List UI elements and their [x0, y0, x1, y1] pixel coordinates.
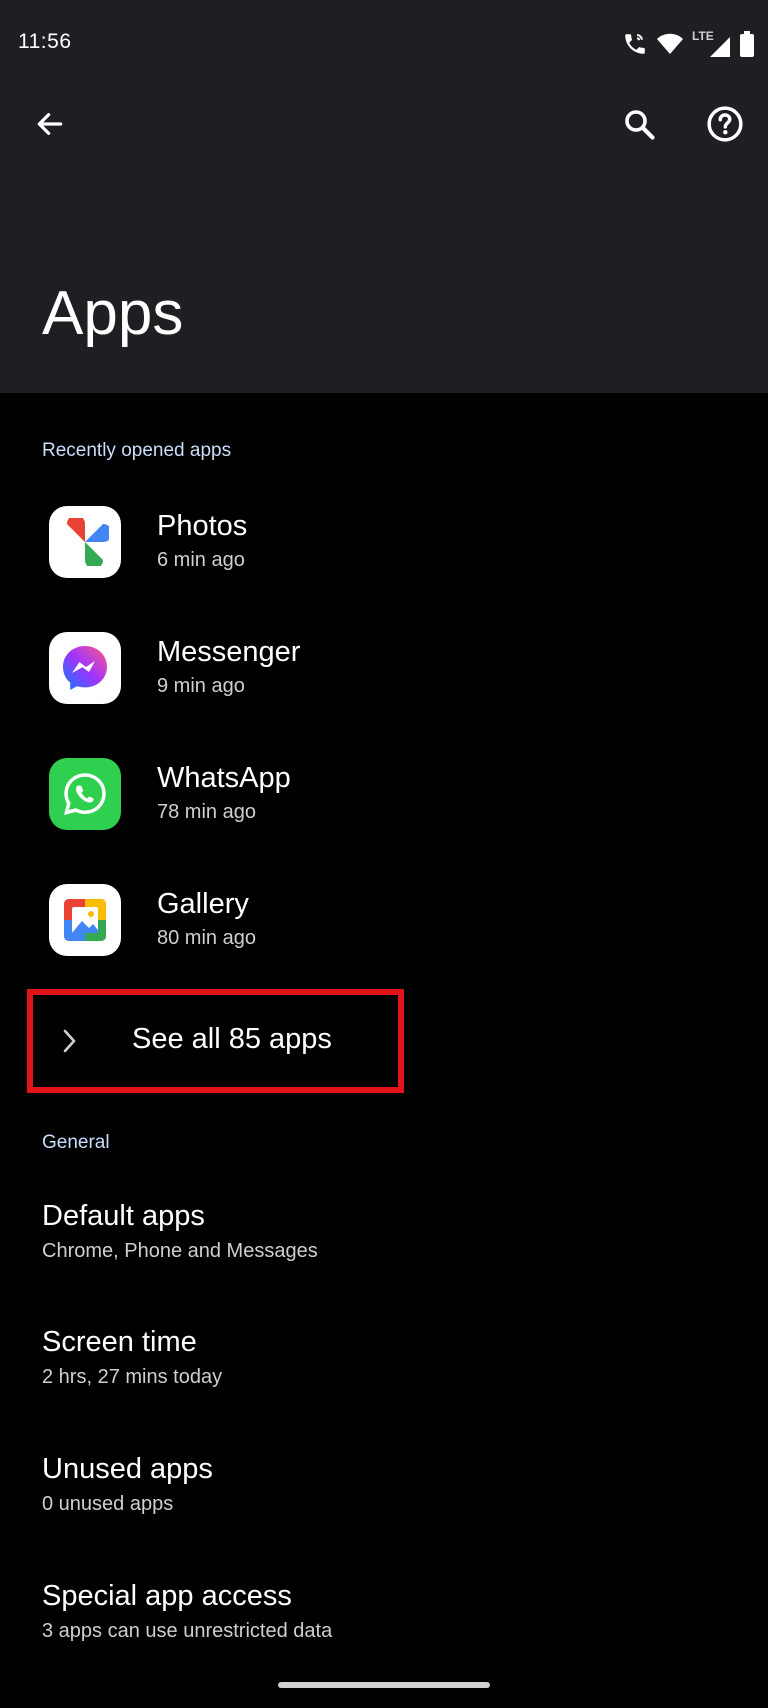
search-icon [621, 106, 657, 147]
gallery-icon [49, 884, 121, 956]
pref-screen-time[interactable]: Screen time 2 hrs, 27 mins today [0, 1308, 768, 1426]
pref-title: Unused apps [42, 1453, 213, 1485]
app-name: Photos [157, 510, 248, 542]
page-title: Apps [42, 279, 184, 348]
pref-special-app-access[interactable]: Special app access 3 apps can use unrest… [0, 1562, 768, 1680]
status-time: 11:56 [18, 30, 72, 53]
wifi-icon [656, 32, 684, 56]
pref-title: Special app access [42, 1580, 292, 1612]
app-last-opened: 9 min ago [157, 675, 245, 697]
pref-title: Screen time [42, 1326, 197, 1358]
battery-icon [740, 31, 754, 57]
app-last-opened: 6 min ago [157, 549, 245, 571]
status-icons: LTE [622, 28, 754, 60]
wifi-calling-icon [622, 31, 648, 57]
back-button[interactable] [22, 98, 78, 154]
pref-summary: 3 apps can use unrestricted data [42, 1620, 333, 1642]
cell-signal-icon: LTE [692, 29, 732, 59]
app-row-gallery[interactable]: Gallery 80 min ago [0, 862, 768, 980]
app-last-opened: 78 min ago [157, 801, 256, 823]
help-button[interactable] [697, 98, 753, 154]
help-circle-icon [706, 105, 744, 148]
arrow-left-icon [34, 108, 66, 145]
app-row-photos[interactable]: Photos 6 min ago [0, 484, 768, 602]
app-row-messenger[interactable]: Messenger 9 min ago [0, 610, 768, 728]
pref-default-apps[interactable]: Default apps Chrome, Phone and Messages [0, 1182, 768, 1300]
app-bar-area: 11:56 LTE Apps [0, 0, 768, 393]
pref-summary: 2 hrs, 27 mins today [42, 1366, 223, 1388]
whatsapp-icon [49, 758, 121, 830]
see-all-apps-label: See all 85 apps [132, 1023, 332, 1055]
gesture-nav-handle[interactable] [278, 1682, 490, 1688]
app-row-whatsapp[interactable]: WhatsApp 78 min ago [0, 736, 768, 854]
pref-unused-apps[interactable]: Unused apps 0 unused apps [0, 1435, 768, 1553]
search-button[interactable] [611, 98, 667, 154]
pref-summary: 0 unused apps [42, 1493, 174, 1515]
section-header-recent: Recently opened apps [42, 440, 232, 461]
google-photos-icon [49, 506, 121, 578]
messenger-icon [49, 632, 121, 704]
pref-summary: Chrome, Phone and Messages [42, 1240, 318, 1262]
app-name: Messenger [157, 636, 301, 668]
chevron-right-icon [61, 1027, 79, 1060]
app-name: Gallery [157, 888, 249, 920]
app-name: WhatsApp [157, 762, 291, 794]
app-last-opened: 80 min ago [157, 927, 256, 949]
see-all-apps-button[interactable]: See all 85 apps [27, 989, 404, 1093]
section-header-general: General [42, 1132, 110, 1153]
pref-title: Default apps [42, 1200, 205, 1232]
